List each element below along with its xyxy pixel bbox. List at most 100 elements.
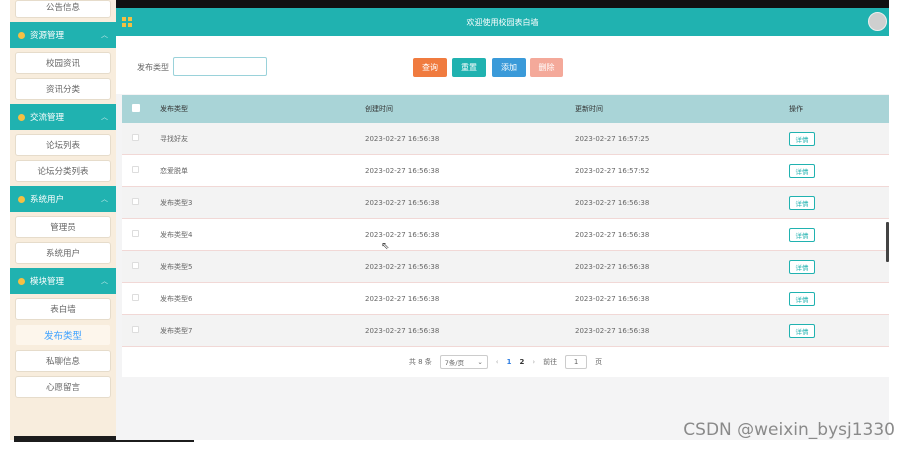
cell-updated: 2023-02-27 16:56:38 [575, 262, 650, 271]
page-unit: 页 [595, 358, 603, 366]
cell-type: 发布类型5 [160, 262, 193, 271]
add-button[interactable]: 添加 [492, 58, 526, 77]
table-row: 寻找好友 2023-02-27 16:56:38 2023-02-27 16:5… [122, 123, 889, 155]
sidebar-item-confession-wall[interactable]: 表白墙 [15, 298, 111, 320]
data-table: 发布类型 创建时间 更新时间 操作 寻找好友 2023-02-27 16:56:… [122, 95, 889, 347]
page-number-1[interactable]: 1 [507, 358, 512, 366]
row-checkbox[interactable] [132, 326, 139, 333]
goto-page-input[interactable]: 1 [565, 355, 588, 369]
cell-updated: 2023-02-27 16:56:38 [575, 294, 650, 303]
sidebar-group-users[interactable]: 系统用户 ︿ [10, 186, 116, 212]
cell-type: 发布类型7 [160, 326, 193, 335]
sidebar-item-wish-message[interactable]: 心愿留言 [15, 376, 111, 398]
row-checkbox[interactable] [132, 294, 139, 301]
column-header-type: 发布类型 [160, 105, 188, 113]
row-checkbox[interactable] [132, 230, 139, 237]
cell-created: 2023-02-27 16:56:38 [365, 326, 440, 335]
header-bar: 欢迎使用校园表白墙 [116, 8, 889, 36]
avatar[interactable] [868, 12, 887, 31]
table-row: 发布类型3 2023-02-27 16:56:38 2023-02-27 16:… [122, 187, 889, 219]
sidebar-item-system-user[interactable]: 系统用户 [15, 242, 111, 264]
column-header-action: 操作 [789, 105, 803, 113]
sidebar-group-modules[interactable]: 模块管理 ︿ [10, 268, 116, 294]
resource-icon [18, 31, 25, 39]
chevron-up-icon: ︿ [101, 113, 108, 121]
goto-label: 前往 [543, 358, 558, 366]
page-number-2[interactable]: 2 [519, 358, 524, 366]
cell-updated: 2023-02-27 16:57:52 [575, 166, 650, 175]
table-header: 发布类型 创建时间 更新时间 操作 [122, 95, 889, 123]
sidebar-item-admin[interactable]: 管理员 [15, 216, 111, 238]
row-checkbox[interactable] [132, 198, 139, 205]
cell-created: 2023-02-27 16:56:38 [365, 262, 440, 271]
sidebar-item-notice[interactable]: 公告信息 [15, 0, 111, 18]
detail-button[interactable]: 详情 [789, 163, 815, 178]
post-type-search-input[interactable] [173, 57, 267, 76]
prev-page-button[interactable]: ‹ [496, 358, 499, 366]
table-row: 发布类型4 2023-02-27 16:56:38 2023-02-27 16:… [122, 219, 889, 251]
next-page-button[interactable]: › [532, 358, 535, 366]
sidebar-item-private-chat[interactable]: 私聊信息 [15, 350, 111, 372]
cell-type: 寻找好友 [160, 134, 188, 143]
reset-button[interactable]: 重置 [452, 58, 486, 77]
main-content: 发布类型 查询 重置 添加 删除 发布类型 创建时间 更新时间 操作 寻找好友 … [116, 36, 889, 440]
page-size-select[interactable]: 7条/页 ⌄ [439, 355, 488, 369]
sidebar-group-forum[interactable]: 交流管理 ︿ [10, 104, 116, 130]
cell-type: 发布类型3 [160, 198, 193, 207]
detail-button[interactable]: 详情 [789, 195, 815, 210]
detail-button[interactable]: 详情 [789, 131, 815, 146]
detail-button[interactable]: 详情 [789, 323, 815, 338]
select-all-checkbox[interactable] [132, 104, 140, 112]
filter-label: 发布类型 [137, 63, 169, 72]
cell-created: 2023-02-27 16:56:38 [365, 134, 440, 143]
sidebar-item-post-type[interactable]: 发布类型 [15, 324, 111, 346]
top-border [116, 0, 889, 8]
chevron-up-icon: ︿ [101, 277, 108, 285]
detail-button[interactable]: 详情 [789, 291, 815, 306]
table-row: 恋爱脱单 2023-02-27 16:56:38 2023-02-27 16:5… [122, 155, 889, 187]
sidebar-item-campus-news[interactable]: 校园资讯 [15, 52, 111, 74]
pagination: 共 8 条 7条/页 ⌄ ‹ 1 2 › 前往 1 页 [122, 347, 889, 377]
column-header-updated: 更新时间 [575, 105, 603, 113]
cell-type: 发布类型6 [160, 294, 193, 303]
cell-updated: 2023-02-27 16:56:38 [575, 198, 650, 207]
table-row: 发布类型6 2023-02-27 16:56:38 2023-02-27 16:… [122, 283, 889, 315]
cell-created: 2023-02-27 16:56:38 [365, 166, 440, 175]
sidebar-item-forum-category[interactable]: 论坛分类列表 [15, 160, 111, 182]
page-title: 欢迎使用校园表白墙 [466, 17, 539, 27]
vertical-scrollbar[interactable] [886, 222, 889, 262]
cell-updated: 2023-02-27 16:57:25 [575, 134, 650, 143]
search-button[interactable]: 查询 [413, 58, 447, 77]
chevron-up-icon: ︿ [101, 195, 108, 203]
delete-button[interactable]: 删除 [530, 58, 563, 77]
detail-button[interactable]: 详情 [789, 227, 815, 242]
row-checkbox[interactable] [132, 262, 139, 269]
detail-button[interactable]: 详情 [789, 259, 815, 274]
column-header-created: 创建时间 [365, 105, 393, 113]
sidebar-item-news-category[interactable]: 资讯分类 [15, 78, 111, 100]
sidebar-item-forum-list[interactable]: 论坛列表 [15, 134, 111, 156]
row-checkbox[interactable] [132, 166, 139, 173]
watermark: CSDN @weixin_bysj1330 [683, 420, 895, 440]
sidebar: 公告信息 资源管理 ︿ 校园资讯 资讯分类 交流管理 ︿ 论坛列表 论坛分类列表… [10, 0, 116, 440]
chevron-down-icon: ⌄ [477, 358, 483, 366]
cell-type: 恋爱脱单 [160, 166, 188, 175]
user-icon [18, 195, 25, 203]
cell-created: 2023-02-27 16:56:38 [365, 294, 440, 303]
chevron-up-icon: ︿ [101, 31, 108, 39]
sidebar-group-resource[interactable]: 资源管理 ︿ [10, 22, 116, 48]
mouse-cursor-icon: ⇖ [381, 241, 390, 252]
table-row: 发布类型7 2023-02-27 16:56:38 2023-02-27 16:… [122, 315, 889, 347]
cell-updated: 2023-02-27 16:56:38 [575, 230, 650, 239]
forum-icon [18, 113, 25, 121]
cell-type: 发布类型4 [160, 230, 193, 239]
cell-created: 2023-02-27 16:56:38 [365, 230, 440, 239]
app-window: 公告信息 资源管理 ︿ 校园资讯 资讯分类 交流管理 ︿ 论坛列表 论坛分类列表… [0, 0, 909, 452]
filter-bar: 发布类型 查询 重置 添加 删除 [116, 36, 889, 94]
menu-grid-icon[interactable] [122, 17, 132, 27]
module-icon [18, 277, 25, 285]
cell-updated: 2023-02-27 16:56:38 [575, 326, 650, 335]
cell-created: 2023-02-27 16:56:38 [365, 198, 440, 207]
pager-total: 共 8 条 [408, 358, 432, 366]
row-checkbox[interactable] [132, 134, 139, 141]
